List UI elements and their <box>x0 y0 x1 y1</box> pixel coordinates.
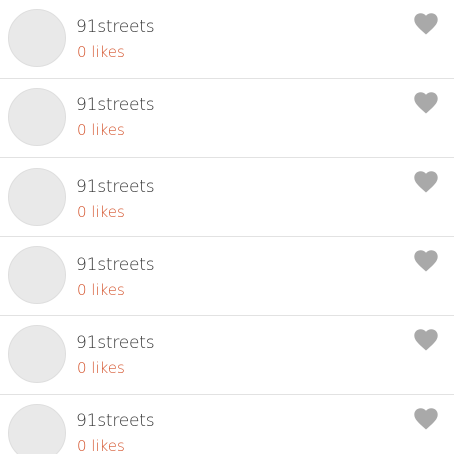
username[interactable]: 91streets <box>76 255 155 275</box>
list-item[interactable]: 91streets 0 likes <box>0 316 454 395</box>
avatar[interactable] <box>8 404 66 454</box>
list-item[interactable]: 91streets 0 likes <box>0 0 454 79</box>
list-item[interactable]: 91streets 0 likes <box>0 237 454 316</box>
likes-count: 0 likes <box>77 121 125 139</box>
list-item[interactable]: 91streets 0 likes <box>0 158 454 237</box>
likes-count: 0 likes <box>77 281 125 299</box>
avatar[interactable] <box>8 246 66 304</box>
heart-icon[interactable] <box>414 408 438 430</box>
heart-icon[interactable] <box>414 13 438 35</box>
list-item[interactable]: 91streets 0 likes <box>0 79 454 158</box>
likes-count: 0 likes <box>77 203 125 221</box>
username[interactable]: 91streets <box>76 95 155 115</box>
avatar[interactable] <box>8 9 66 67</box>
username[interactable]: 91streets <box>76 333 155 353</box>
username[interactable]: 91streets <box>76 17 155 37</box>
heart-icon[interactable] <box>414 250 438 272</box>
heart-icon[interactable] <box>414 171 438 193</box>
likes-count: 0 likes <box>77 437 125 454</box>
heart-icon[interactable] <box>414 329 438 351</box>
likes-count: 0 likes <box>77 43 125 61</box>
username[interactable]: 91streets <box>76 411 155 431</box>
list-item[interactable]: 91streets 0 likes <box>0 395 454 454</box>
feed-list: 91streets 0 likes 91streets 0 likes 91st… <box>0 0 454 454</box>
avatar[interactable] <box>8 168 66 226</box>
username[interactable]: 91streets <box>76 177 155 197</box>
avatar[interactable] <box>8 325 66 383</box>
avatar[interactable] <box>8 88 66 146</box>
heart-icon[interactable] <box>414 92 438 114</box>
likes-count: 0 likes <box>77 359 125 377</box>
